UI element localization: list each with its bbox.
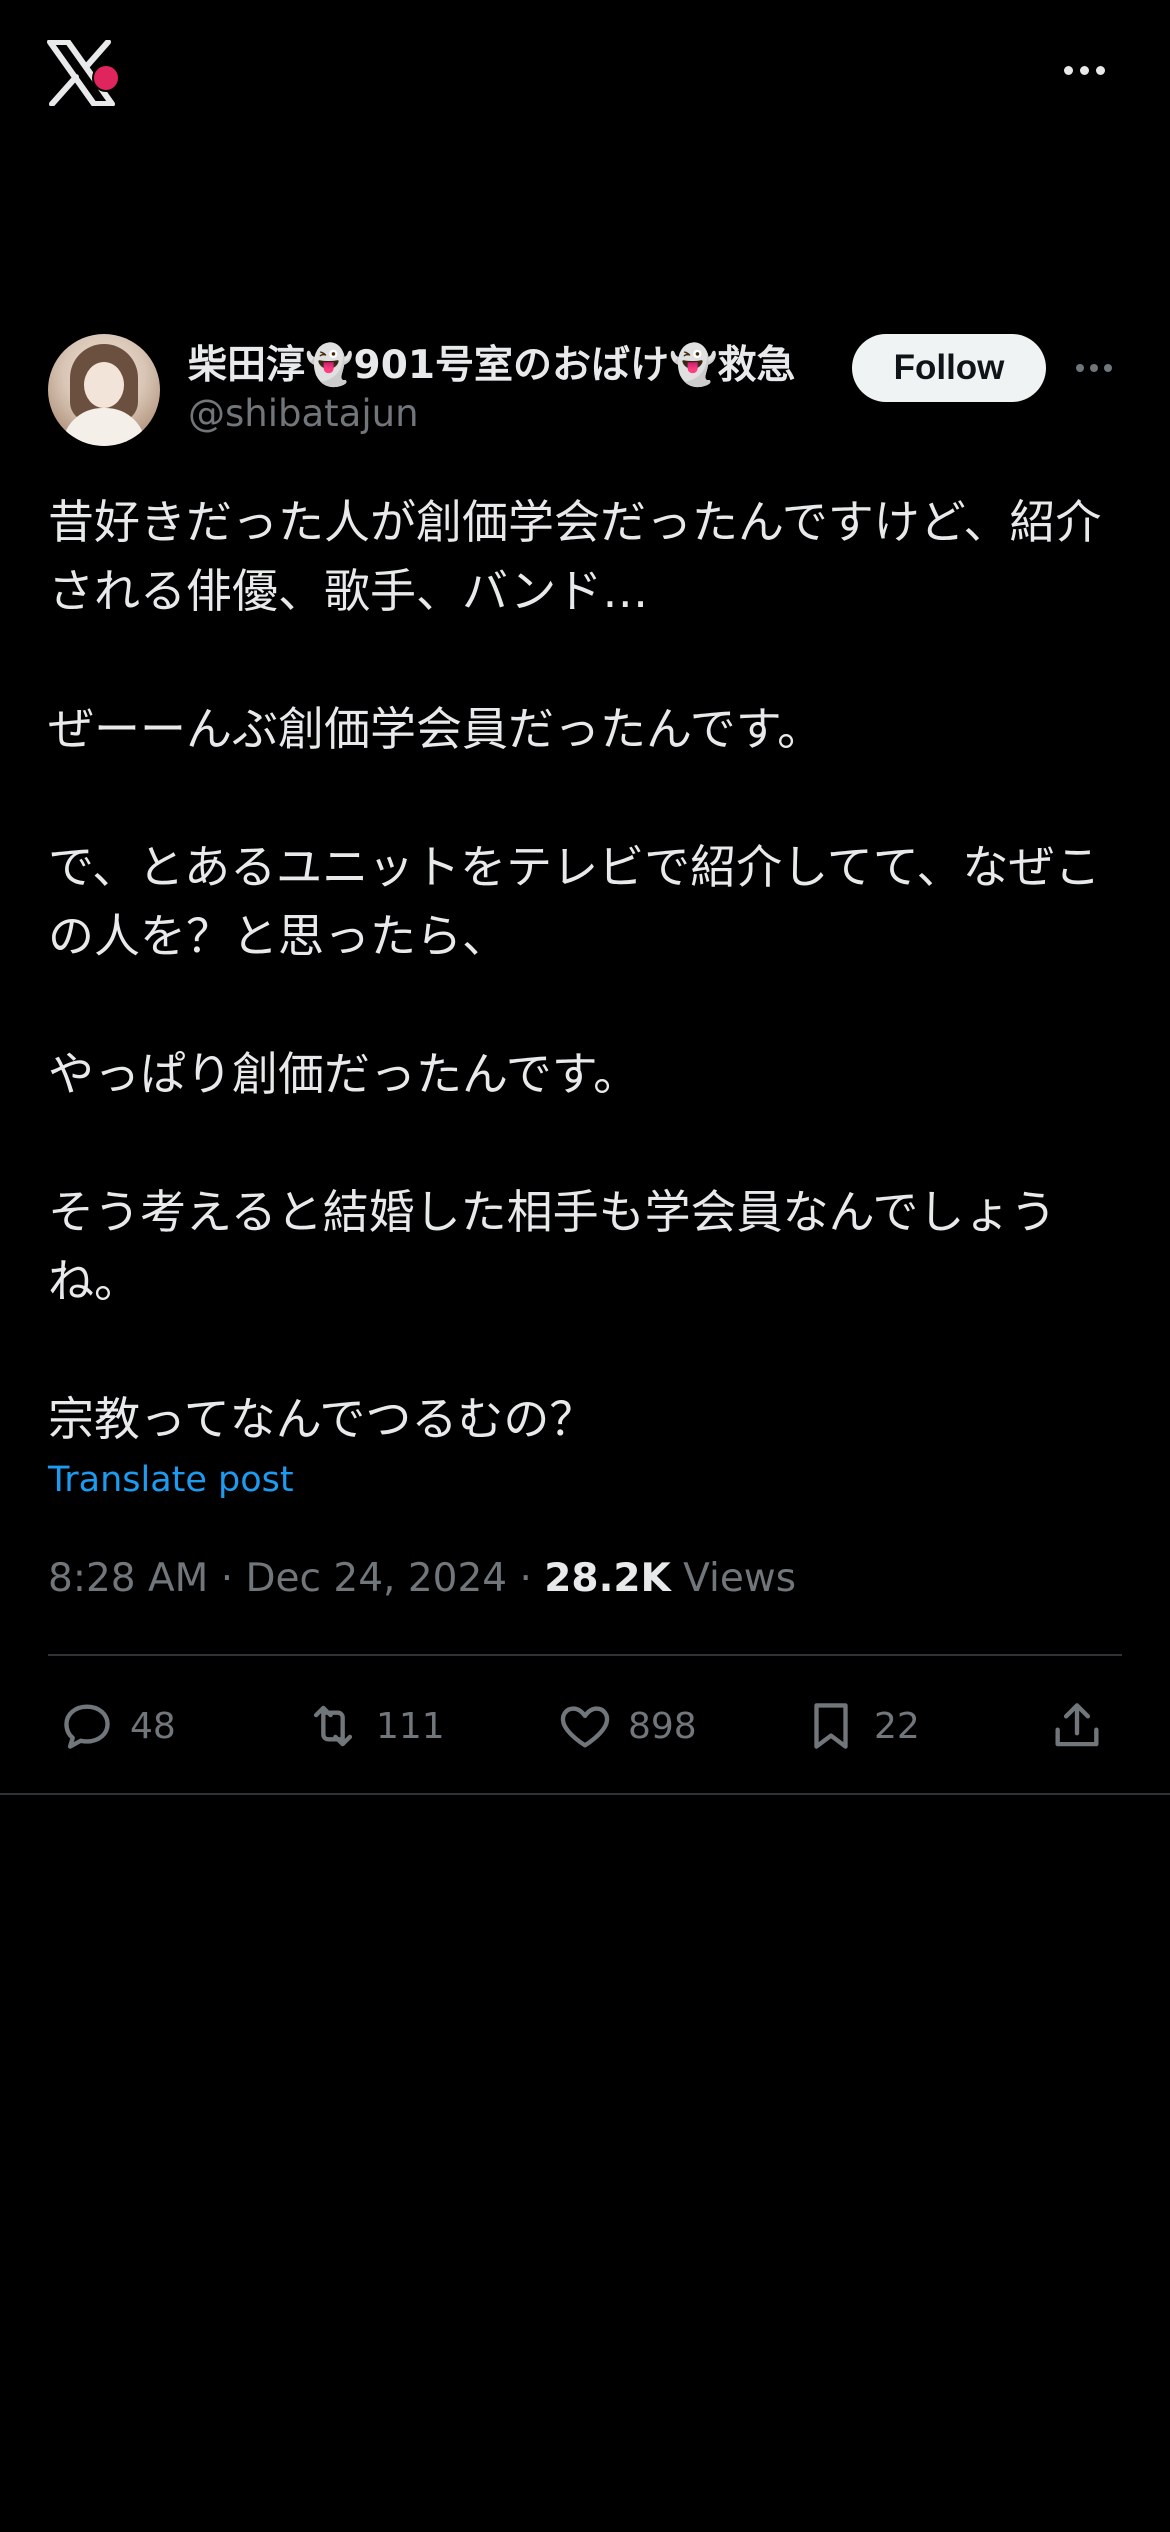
bookmark-button[interactable]: 22 (802, 1694, 920, 1758)
bookmark-icon (814, 1703, 848, 1749)
like-button[interactable]: 898 (556, 1694, 697, 1758)
reply-button[interactable]: 48 (58, 1694, 176, 1758)
tweet-time[interactable]: 8:28 AM (48, 1556, 208, 1601)
display-name[interactable]: 柴田淳👻901号室のおばけ👻救急 (188, 334, 796, 390)
tweet-date[interactable]: Dec 24, 2024 (246, 1556, 508, 1601)
meta-separator: · (220, 1556, 234, 1601)
views-label: Views (683, 1556, 797, 1601)
tweet-paragraph: やっぱり創価だったんです。 (48, 1047, 640, 1101)
tweet-actions: 48 111 898 22 (48, 1694, 1122, 1758)
top-bar (0, 0, 1170, 150)
tweet-paragraph: ぜーーんぶ創価学会員だったんです。 (48, 702, 824, 756)
more-horizontal-icon[interactable] (1064, 58, 1114, 82)
divider (48, 1654, 1122, 1656)
share-button[interactable] (1048, 1694, 1106, 1758)
user-handle[interactable]: @shibatajun (188, 392, 419, 435)
repost-icon (313, 1705, 353, 1747)
translate-post-link[interactable]: Translate post (48, 1460, 294, 1500)
heart-icon (560, 1706, 610, 1748)
tweet-text: 昔好きだった人が創価学会だったんですけど、紹介される俳優、歌手、バンド… ぜーー… (48, 488, 1128, 1454)
notification-badge-icon (92, 64, 120, 92)
reply-icon (64, 1704, 110, 1749)
tweet-author: 柴田淳👻901号室のおばけ👻救急 @shibatajun Follow (48, 334, 1124, 450)
tweet-paragraph: 昔好きだった人が創価学会だったんですけど、紹介される俳優、歌手、バンド… (48, 495, 1102, 618)
divider (0, 1793, 1170, 1795)
tweet-paragraph: で、とあるユニットをテレビで紹介してて、なぜこの人を？と思ったら、 (48, 840, 1101, 963)
avatar[interactable] (48, 334, 160, 446)
meta-separator: · (519, 1556, 532, 1601)
tweet-more-icon[interactable] (1076, 364, 1112, 372)
like-count: 898 (628, 1705, 697, 1747)
reply-count: 48 (130, 1705, 176, 1747)
tweet-paragraph: 宗教ってなんでつるむの？ (48, 1392, 596, 1446)
follow-button[interactable]: Follow (852, 334, 1046, 402)
repost-count: 111 (376, 1705, 445, 1747)
views-count[interactable]: 28.2K (544, 1556, 670, 1601)
tweet-paragraph: そう考えると結婚した相手も学会員なんでしょうね。 (48, 1185, 1057, 1308)
repost-button[interactable]: 111 (304, 1694, 445, 1758)
bookmark-count: 22 (874, 1705, 920, 1747)
tweet-meta: 8:28 AM · Dec 24, 2024 · 28.2K Views (48, 1556, 796, 1601)
share-icon (1055, 1703, 1099, 1747)
